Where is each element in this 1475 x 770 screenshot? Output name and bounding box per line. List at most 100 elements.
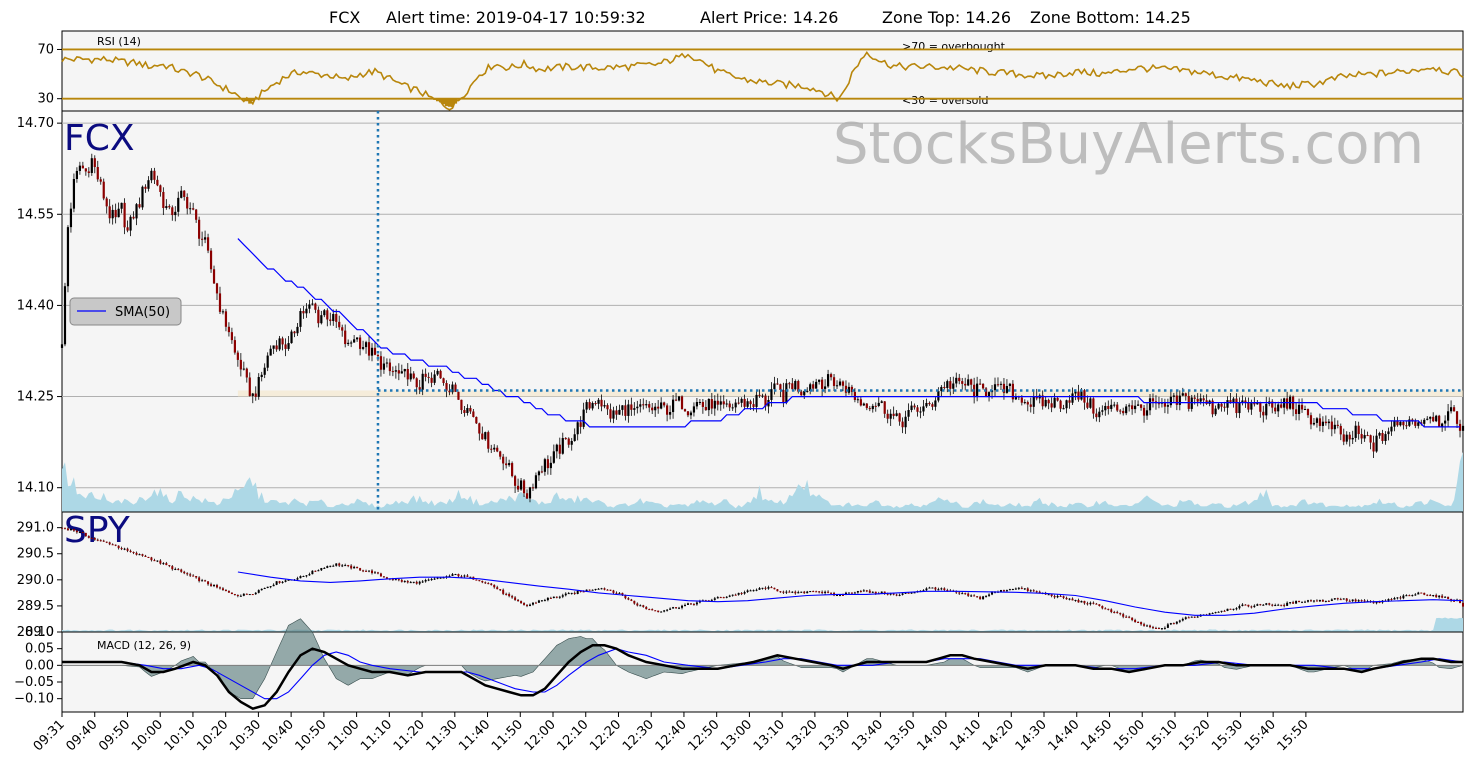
- spy-candle-body: [204, 580, 207, 582]
- fcx-candle-body: [1315, 418, 1319, 423]
- fcx-candle-body: [141, 186, 144, 208]
- fcx-candle-body: [761, 395, 764, 397]
- fcx-candle-body: [1265, 403, 1268, 416]
- fcx-candle-body: [513, 476, 517, 486]
- fcx-candle-body: [87, 171, 90, 173]
- spy-candle-body: [1426, 594, 1429, 596]
- fcx-candle-body: [406, 368, 409, 380]
- spy-candle-body: [171, 566, 174, 570]
- fcx-candle-body: [159, 185, 162, 192]
- spy-candle-body: [1223, 610, 1226, 612]
- fcx-ytick-label-3: 14.55: [17, 207, 54, 222]
- spy-candle-body: [1238, 605, 1241, 609]
- spy-candle-body: [1083, 600, 1086, 604]
- spy-candle-body: [675, 607, 678, 609]
- spy-candle-body: [311, 570, 314, 575]
- spy-candle-body: [1250, 606, 1253, 608]
- spy-candle-body: [1306, 600, 1309, 602]
- fcx-candle-body: [1414, 421, 1417, 426]
- spy-candle-body: [245, 593, 248, 595]
- spy-candle-body: [1402, 595, 1405, 599]
- spy-candle-body: [1432, 595, 1435, 597]
- fcx-candle-body: [341, 327, 344, 331]
- fcx-candle-body: [743, 398, 746, 407]
- spy-candle-body: [1390, 599, 1393, 601]
- spy-candle-body: [138, 554, 141, 556]
- fcx-candle-body: [373, 347, 377, 355]
- spy-candle-body: [1125, 616, 1128, 618]
- x-tick-label-36: 15:30: [1209, 717, 1246, 754]
- spy-candle-body: [1020, 587, 1023, 589]
- spy-candle-body: [99, 540, 102, 542]
- spy-candle-body: [818, 591, 821, 593]
- fcx-candle-body: [356, 337, 359, 340]
- x-tick-label-13: 11:40: [456, 717, 493, 754]
- spy-candle-body: [496, 587, 499, 590]
- fcx-candle-body: [1184, 393, 1187, 396]
- spy-candle-body: [460, 576, 463, 578]
- fcx-candle-body: [421, 373, 424, 390]
- spy-candle-body: [931, 587, 934, 589]
- fcx-candle-body: [567, 438, 570, 445]
- fcx-candle-body: [195, 209, 198, 220]
- spy-candle-body: [1399, 597, 1402, 599]
- spy-candle-body: [1089, 602, 1092, 605]
- spy-candle-body: [248, 594, 251, 596]
- spy-candle-body: [308, 574, 311, 576]
- spy-candle-body: [958, 592, 961, 594]
- spy-ytick-label-2: 290.0: [17, 573, 54, 588]
- fcx-candle-body: [716, 400, 719, 405]
- fcx-candle-body: [728, 403, 731, 408]
- fcx-candle-body: [901, 421, 904, 428]
- fcx-candle-body: [1104, 405, 1107, 411]
- fcx-candle-body: [1214, 408, 1217, 415]
- spy-candle-body: [809, 591, 812, 593]
- fcx-candle-body: [111, 209, 114, 219]
- macd-label: MACD (12, 26, 9): [97, 639, 191, 652]
- spy-candle-body: [400, 580, 403, 582]
- spy-candle-body: [251, 594, 254, 596]
- spy-candle-body: [368, 570, 371, 572]
- fcx-candle-body: [436, 370, 439, 375]
- spy-candle-body: [964, 593, 967, 595]
- fcx-candle-body: [1339, 425, 1342, 435]
- spy-candle-body: [135, 552, 138, 555]
- spy-candle-body: [338, 563, 341, 566]
- fcx-candle-body: [999, 383, 1003, 385]
- spy-candle-body: [341, 565, 344, 567]
- spy-candle-body: [1408, 595, 1411, 597]
- spy-candle-body: [1444, 596, 1447, 598]
- spy-candle-body: [451, 574, 454, 576]
- spy-candle-body: [973, 595, 976, 597]
- fcx-candle-body: [949, 381, 952, 389]
- fcx-candle-body: [600, 399, 603, 407]
- fcx-candle-body: [1062, 408, 1065, 410]
- macd-ytick-label-4: 0.10: [25, 625, 54, 640]
- fcx-candle-body: [203, 237, 207, 240]
- spy-candle-body: [1053, 596, 1056, 598]
- spy-candle-body: [779, 591, 782, 593]
- spy-candle-body: [1190, 616, 1193, 618]
- fcx-candle-body: [666, 405, 669, 415]
- fcx-candle-body: [1122, 410, 1125, 414]
- fcx-candle-body: [1461, 425, 1465, 431]
- spy-candle-body: [90, 537, 93, 539]
- fcx-candle-body: [1047, 399, 1050, 404]
- spy-candle-body: [350, 565, 353, 569]
- spy-candle-body: [988, 594, 991, 596]
- spy-candle-body: [666, 609, 669, 611]
- spy-candle-body: [1187, 617, 1190, 619]
- fcx-candle-body: [537, 471, 541, 476]
- fcx-candle-body: [573, 434, 576, 441]
- fcx-candle-body: [478, 423, 481, 434]
- fcx-candle-body: [296, 326, 299, 334]
- spy-candle-body: [281, 581, 284, 583]
- fcx-candle-body: [75, 170, 79, 179]
- spy-candle-body: [1140, 622, 1143, 625]
- spy-candle-body: [639, 605, 642, 607]
- fcx-candle-body: [1405, 425, 1408, 427]
- x-tick-label-5: 10:20: [194, 717, 231, 754]
- spy-candle-body: [132, 552, 135, 554]
- spy-candle-body: [1071, 598, 1074, 601]
- fcx-candle-body: [1128, 405, 1131, 407]
